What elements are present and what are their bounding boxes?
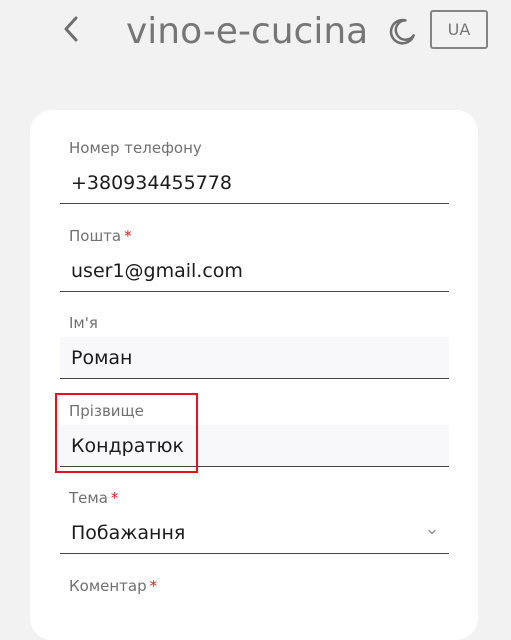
app-header: vino-e-cucina UA: [0, 0, 511, 64]
phone-value: +380934455778: [71, 172, 232, 194]
first-name-label: Ім'я: [69, 314, 98, 332]
last-name-input[interactable]: Кондратюк: [60, 425, 449, 467]
first-name-input[interactable]: Роман: [60, 337, 449, 379]
chevron-left-icon: [64, 16, 78, 42]
required-mark: *: [149, 577, 158, 595]
topic-select[interactable]: Побажання: [60, 512, 449, 554]
phone-label: Номер телефону: [69, 139, 202, 157]
page-title: vino-e-cucina: [126, 11, 369, 52]
email-label: Пошта *: [69, 227, 132, 245]
phone-input[interactable]: +380934455778: [60, 162, 449, 204]
required-mark: *: [110, 489, 119, 507]
last-name-value: Кондратюк: [71, 435, 184, 457]
email-value: user1@gmail.com: [71, 260, 243, 282]
last-name-label: Прізвище: [69, 402, 144, 420]
comment-label: Коментар *: [69, 577, 158, 595]
contact-form-card: Номер телефону +380934455778 Пошта * user…: [30, 110, 478, 640]
language-button[interactable]: UA: [430, 10, 488, 49]
theme-toggle-button[interactable]: [384, 13, 420, 49]
chevron-down-icon: [428, 529, 436, 535]
back-button[interactable]: [56, 12, 86, 46]
first-name-value: Роман: [71, 347, 133, 369]
topic-label: Тема *: [69, 489, 119, 507]
required-mark: *: [124, 227, 132, 245]
email-input[interactable]: user1@gmail.com: [60, 250, 449, 292]
topic-value: Побажання: [71, 522, 186, 544]
moon-icon: [389, 18, 415, 45]
